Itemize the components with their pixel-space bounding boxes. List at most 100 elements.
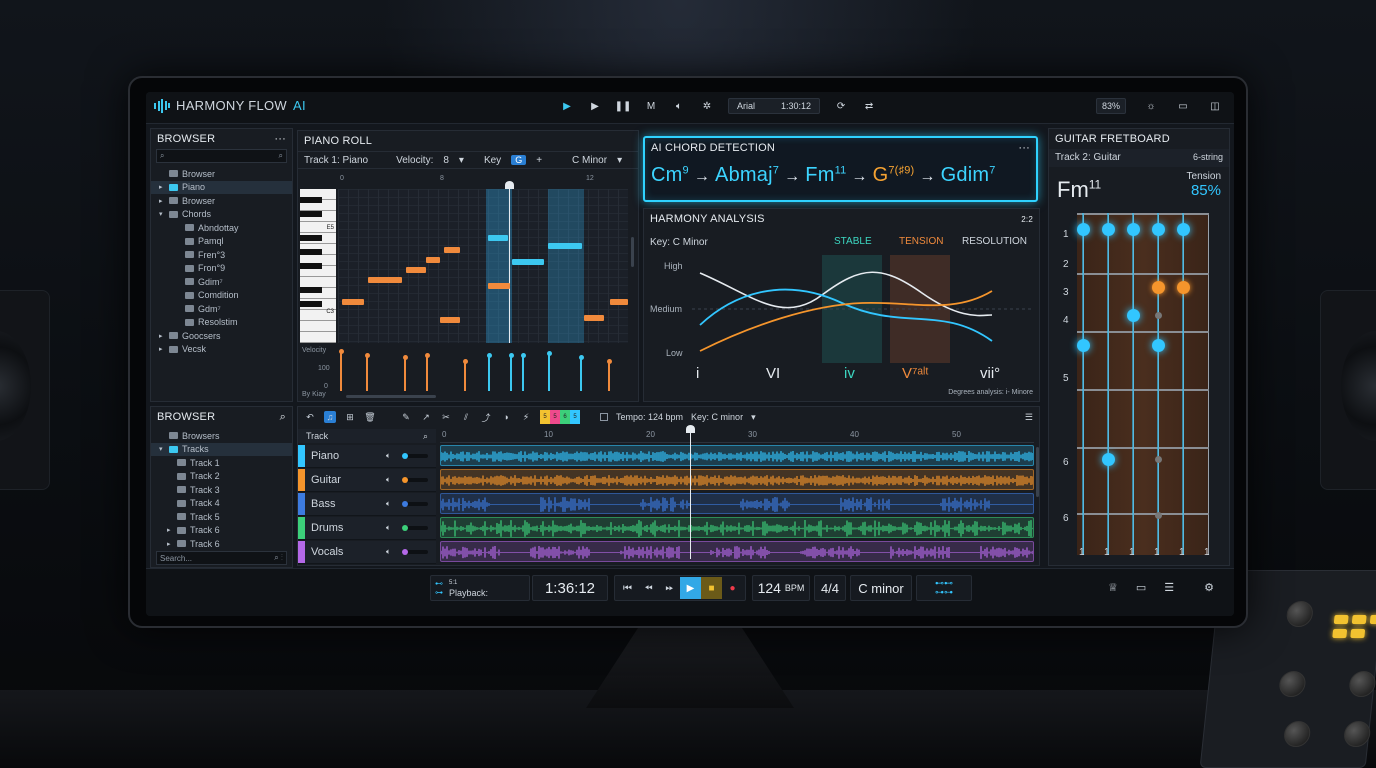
track-row[interactable]: Guitar 🔈︎ xyxy=(298,469,436,492)
sequencer-scrollbar[interactable] xyxy=(1036,447,1039,497)
layout-icon[interactable]: ☰ xyxy=(1164,581,1174,594)
note-tool-icon[interactable]: ♫ xyxy=(324,411,336,423)
velocity-lane[interactable] xyxy=(338,347,628,391)
track-row[interactable]: Bass 🔈︎ xyxy=(298,493,436,516)
finger-position-dot[interactable] xyxy=(1154,311,1162,319)
velocity-bar[interactable] xyxy=(508,353,514,391)
display-icon[interactable]: ▭ xyxy=(1136,581,1146,594)
tempo-checkbox[interactable] xyxy=(600,413,608,421)
tree-item[interactable]: ▸ Track 6 xyxy=(151,524,292,538)
velocity-bar[interactable] xyxy=(338,349,344,391)
rewind-icon[interactable]: ⏪︎ xyxy=(638,577,659,599)
tree-item[interactable]: ▸ Piano xyxy=(151,180,292,194)
midi-note[interactable] xyxy=(426,257,440,263)
piano-keys[interactable]: E5 C3 xyxy=(300,189,336,343)
more-icon[interactable]: ··· xyxy=(274,133,286,145)
chevron-down-icon[interactable]: ▾ xyxy=(751,412,756,423)
velocity-bar[interactable] xyxy=(462,359,468,391)
settings-icon[interactable]: ✲ xyxy=(700,99,714,113)
midi-note[interactable] xyxy=(368,277,402,283)
finger-position-dot[interactable] xyxy=(1151,280,1165,294)
output-sliders[interactable]: ⊷⊷ ⊶⊶ xyxy=(916,575,972,601)
pause-icon[interactable]: ❚❚ xyxy=(615,99,632,113)
crown-icon[interactable]: ♕ xyxy=(1108,581,1118,594)
velocity-bar[interactable] xyxy=(520,353,526,391)
font-time-field[interactable]: Arial 1:30:12 xyxy=(728,98,821,114)
tree-item[interactable]: ▸ Track 6 xyxy=(151,537,292,551)
tree-item[interactable]: Abndottay xyxy=(151,221,292,235)
midi-note[interactable] xyxy=(444,247,460,253)
scissors-icon[interactable]: ✂ xyxy=(440,411,452,423)
speaker-icon[interactable]: 🔈︎ xyxy=(386,475,391,485)
menu-icon[interactable]: ☰ xyxy=(1025,412,1033,423)
sequencer-playhead[interactable] xyxy=(690,427,691,559)
velocity-bar[interactable] xyxy=(578,355,584,391)
browser-search[interactable]: ⌕ ⌕ xyxy=(156,149,287,163)
midi-note[interactable] xyxy=(406,267,426,273)
paint-icon[interactable]: ◑ xyxy=(500,411,512,423)
track-volume-slider[interactable] xyxy=(402,453,428,459)
chord-label[interactable]: Fm11 xyxy=(805,164,846,186)
browser-search-2[interactable]: Search... ⌕ ⋮ xyxy=(156,551,287,565)
speaker-icon[interactable]: 🔈︎ xyxy=(386,451,391,461)
midi-note[interactable] xyxy=(488,235,508,241)
volume-icon[interactable]: 🔈︎ xyxy=(672,99,686,113)
chevron-down-icon[interactable]: ▾ xyxy=(459,155,464,166)
velocity-bar[interactable] xyxy=(364,353,370,391)
key-select[interactable]: G xyxy=(511,155,527,165)
window-icon[interactable]: ◫ xyxy=(1208,99,1222,113)
finger-position-dot[interactable] xyxy=(1154,511,1162,519)
tree-item[interactable]: Gdim⁷ xyxy=(151,275,292,289)
velocity-bar[interactable] xyxy=(424,353,430,391)
tree-item[interactable]: Gdm⁷ xyxy=(151,302,292,316)
playhead[interactable] xyxy=(509,183,510,343)
grid-icon[interactable]: ⊞ xyxy=(344,411,356,423)
velocity-bar[interactable] xyxy=(606,359,612,391)
vertical-scrollbar[interactable] xyxy=(631,237,634,267)
color-swatch[interactable]: 5 xyxy=(550,410,560,424)
track-volume-slider[interactable] xyxy=(402,501,428,507)
tree-item[interactable]: Comdition xyxy=(151,289,292,303)
finger-position-dot[interactable] xyxy=(1076,222,1090,236)
tree-item[interactable]: ▸ Vecsk xyxy=(151,343,292,357)
more-icon[interactable]: ··· xyxy=(1018,142,1030,154)
tree-item[interactable]: ▾ Tracks xyxy=(151,442,292,456)
color-swatch[interactable]: 5 xyxy=(570,410,580,424)
velocity-bar[interactable] xyxy=(402,355,408,391)
piano-roll-grid[interactable] xyxy=(338,181,628,343)
finger-position-dot[interactable] xyxy=(1101,222,1115,236)
audio-clip[interactable] xyxy=(440,541,1034,562)
track-row[interactable]: Piano 🔈︎ xyxy=(298,445,436,468)
chord-label[interactable]: Abmaj7 xyxy=(715,164,779,186)
midi-note[interactable] xyxy=(342,299,364,305)
tree-item[interactable]: Browser xyxy=(151,167,292,181)
track-volume-slider[interactable] xyxy=(402,549,428,555)
brush-icon[interactable]: ⤴ xyxy=(480,411,492,423)
skip-back-icon[interactable]: ⏮︎ xyxy=(617,577,638,599)
midi-note[interactable] xyxy=(610,299,628,305)
tempo-display[interactable]: 124 BPM xyxy=(752,575,810,601)
tree-item[interactable]: Browsers xyxy=(151,429,292,443)
midi-note[interactable] xyxy=(584,315,604,321)
tree-item[interactable]: Resolstim xyxy=(151,316,292,330)
velocity-bar[interactable] xyxy=(546,351,552,391)
audio-clip[interactable] xyxy=(440,517,1034,538)
gear-icon[interactable]: ⚙︎ xyxy=(1204,581,1214,594)
midi-note[interactable] xyxy=(548,243,582,249)
search-icon[interactable]: ⌕ xyxy=(423,431,428,441)
swap-icon[interactable]: ⇄ xyxy=(862,99,876,113)
meter-display[interactable]: 4/4 xyxy=(814,575,846,601)
play-alt-icon[interactable]: ▶ xyxy=(588,99,602,113)
finger-position-dot[interactable] xyxy=(1151,338,1165,352)
tree-item[interactable]: ▾ Chords xyxy=(151,208,292,222)
audio-clip[interactable] xyxy=(440,469,1034,490)
tree-item[interactable]: Fron°9 xyxy=(151,262,292,276)
track-volume-slider[interactable] xyxy=(402,525,428,531)
tree-item[interactable]: Pamql xyxy=(151,235,292,249)
marker-icon[interactable]: M xyxy=(644,99,658,113)
play-button[interactable]: ▶ xyxy=(680,577,701,599)
velocity-bar[interactable] xyxy=(486,353,492,391)
split-icon[interactable]: ⫽ xyxy=(460,411,472,423)
forward-icon[interactable]: ⏩︎ xyxy=(659,577,680,599)
track-row[interactable]: Vocals 🔈︎ xyxy=(298,541,436,564)
